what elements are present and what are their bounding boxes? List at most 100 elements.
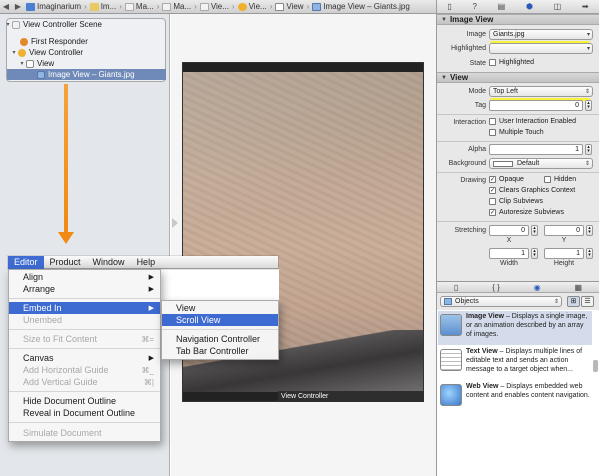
forward-arrow-icon[interactable]: ▶ bbox=[12, 2, 24, 11]
submenu-item-view[interactable]: View bbox=[162, 302, 278, 314]
disclosure-triangle-icon[interactable]: ▾ bbox=[4, 21, 12, 28]
file-template-icon[interactable]: ▯ bbox=[454, 283, 458, 292]
background-select[interactable]: Default ⇕ bbox=[489, 158, 593, 169]
mode-value: Top Left bbox=[493, 88, 518, 95]
help-inspector-icon[interactable]: ? bbox=[472, 2, 476, 11]
entry-point-arrow-icon bbox=[172, 218, 178, 228]
menu-item-reveal-in-outline[interactable]: Reveal in Document Outline bbox=[9, 407, 160, 419]
multiple-touch-checkbox[interactable]: Multiple Touch bbox=[489, 129, 544, 136]
size-inspector-icon[interactable]: ◫ bbox=[554, 2, 562, 11]
outline-scene-row[interactable]: ▾ View Controller Scene bbox=[0, 19, 168, 30]
library-scrollbar[interactable] bbox=[593, 360, 598, 372]
breadcrumb-storyboard-2[interactable]: Ma... bbox=[160, 2, 193, 11]
hidden-checkbox[interactable]: Hidden bbox=[544, 176, 576, 183]
grid-view-icon[interactable]: ⊞ bbox=[567, 296, 580, 307]
opaque-checkbox[interactable]: ✓ Opaque bbox=[489, 176, 524, 183]
disclosure-triangle-icon[interactable]: ▾ bbox=[18, 60, 26, 67]
menu-item-align[interactable]: Align ▶ bbox=[9, 271, 160, 283]
menu-item-add-horizontal-guide[interactable]: Add Horizontal Guide ⌘_ bbox=[9, 364, 160, 376]
width-label: Width bbox=[500, 260, 518, 267]
outline-view[interactable]: ▾ View bbox=[0, 58, 168, 69]
library-item-image-view[interactable]: Image View – Displays a single image, or… bbox=[438, 311, 592, 345]
view-controller-bar[interactable]: View Controller bbox=[278, 391, 424, 402]
highlighted-combo[interactable]: ▾ bbox=[489, 43, 593, 54]
menu-item-unembed[interactable]: Unembed bbox=[9, 314, 160, 326]
drawing-label: Drawing bbox=[460, 177, 486, 184]
breadcrumb-project[interactable]: Imaginarium bbox=[24, 2, 83, 11]
submenu-arrow-icon: ▶ bbox=[148, 305, 154, 312]
library-item-text-view[interactable]: Text View – Displays multiple lines of e… bbox=[438, 346, 592, 380]
y-label: Y bbox=[561, 237, 567, 244]
stretch-height-stepper[interactable]: ▴ ▾ bbox=[586, 248, 593, 259]
menu-help[interactable]: Help bbox=[131, 256, 162, 269]
submenu-arrow-icon: ▶ bbox=[148, 355, 154, 362]
chevron-down-icon: ▾ bbox=[586, 32, 590, 38]
submenu-item-scroll-view[interactable]: Scroll View bbox=[162, 314, 278, 326]
breadcrumb-storyboard-1[interactable]: Ma... bbox=[123, 2, 156, 11]
color-swatch-icon bbox=[493, 160, 513, 167]
alpha-field[interactable]: 1 bbox=[489, 144, 583, 155]
view-icon bbox=[275, 2, 285, 11]
chevron-down-icon: ▾ bbox=[586, 46, 590, 52]
menu-item-canvas[interactable]: Canvas ▶ bbox=[9, 352, 160, 364]
breadcrumb-group-1[interactable]: Im... bbox=[88, 2, 119, 11]
menu-item-simulate-document[interactable]: Simulate Document bbox=[9, 427, 160, 439]
breadcrumb-view[interactable]: View bbox=[273, 2, 305, 11]
state-highlighted-checkbox[interactable]: Highlighted bbox=[489, 59, 534, 66]
menu-product[interactable]: Product bbox=[44, 256, 87, 269]
breadcrumb-scene[interactable]: Vie... bbox=[198, 2, 231, 11]
stretch-y-field[interactable]: 0 bbox=[544, 225, 584, 236]
view-section-header[interactable]: ▼ View bbox=[437, 72, 599, 83]
attributes-inspector-icon[interactable]: ⬢ bbox=[526, 2, 533, 11]
outline-image-view[interactable]: Image View – Giants.jpg bbox=[7, 69, 166, 80]
autoresize-subviews-checkbox[interactable]: ✓ Autoresize Subviews bbox=[489, 209, 564, 216]
connections-inspector-icon[interactable]: ➡ bbox=[582, 2, 589, 11]
list-view-icon[interactable]: ☰ bbox=[581, 296, 594, 307]
submenu-item-navigation-controller[interactable]: Navigation Controller bbox=[162, 333, 278, 345]
submenu-item-tab-bar-controller[interactable]: Tab Bar Controller bbox=[162, 345, 278, 357]
image-view-section-header[interactable]: ▼ Image View bbox=[437, 14, 599, 25]
stretch-width-field[interactable]: 1 bbox=[489, 248, 529, 259]
image-view-thumbnail-icon bbox=[440, 314, 462, 336]
back-arrow-icon[interactable]: ◀ bbox=[0, 2, 12, 11]
menu-separator bbox=[9, 298, 160, 299]
outline-first-responder[interactable]: First Responder bbox=[0, 36, 168, 47]
menu-item-embed-in[interactable]: Embed In ▶ bbox=[9, 302, 160, 314]
breadcrumb-view-controller[interactable]: Vie... bbox=[236, 2, 269, 11]
stretch-y-stepper[interactable]: ▴ ▾ bbox=[586, 225, 593, 236]
code-snippet-icon[interactable]: { } bbox=[492, 283, 500, 292]
menu-item-add-vertical-guide[interactable]: Add Vertical Guide ⌘| bbox=[9, 376, 160, 388]
menu-window[interactable]: Window bbox=[87, 256, 131, 269]
outline-view-controller[interactable]: ▾ View Controller bbox=[0, 47, 168, 58]
menu-item-hide-document-outline[interactable]: Hide Document Outline bbox=[9, 395, 160, 407]
breadcrumb-image-view[interactable]: Image View – Giants.jpg bbox=[310, 2, 412, 11]
library-item-web-view[interactable]: Web View – Displays embedded web content… bbox=[438, 381, 592, 415]
stretch-x-stepper[interactable]: ▴ ▾ bbox=[531, 225, 538, 236]
stretch-height-field[interactable]: 1 bbox=[544, 248, 584, 259]
stretch-width-stepper[interactable]: ▴ ▾ bbox=[531, 248, 538, 259]
media-library-icon[interactable]: ▦ bbox=[574, 283, 582, 292]
menu-item-size-to-fit[interactable]: Size to Fit Content ⌘= bbox=[9, 333, 160, 345]
annotation-arrowhead-icon bbox=[58, 232, 74, 244]
menu-editor[interactable]: Editor bbox=[8, 255, 44, 269]
alpha-stepper[interactable]: ▴ ▾ bbox=[585, 144, 592, 155]
scene-icon bbox=[199, 2, 209, 11]
identity-inspector-icon[interactable]: ▤ bbox=[498, 2, 506, 11]
tag-field[interactable]: 0 bbox=[489, 100, 583, 111]
divider bbox=[437, 141, 599, 142]
file-inspector-icon[interactable]: ▯ bbox=[447, 2, 451, 11]
mode-select[interactable]: Top Left ⇕ bbox=[489, 86, 593, 97]
clears-graphics-checkbox[interactable]: ✓ Clears Graphics Context bbox=[489, 187, 575, 194]
tag-stepper[interactable]: ▴ ▾ bbox=[585, 100, 592, 111]
stretch-x-field[interactable]: 0 bbox=[489, 225, 529, 236]
object-library-icon[interactable]: ◉ bbox=[534, 283, 541, 292]
annotation-arrow-icon bbox=[64, 84, 68, 234]
user-interaction-checkbox[interactable]: User Interaction Enabled bbox=[489, 118, 576, 125]
disclosure-triangle-icon: ▼ bbox=[441, 74, 447, 81]
menu-item-arrange[interactable]: Arrange ▶ bbox=[9, 283, 160, 295]
menu-separator bbox=[9, 422, 160, 423]
library-filter-select[interactable]: Objects ⇕ bbox=[440, 296, 562, 307]
disclosure-triangle-icon[interactable]: ▾ bbox=[10, 49, 18, 56]
clip-subviews-checkbox[interactable]: Clip Subviews bbox=[489, 198, 543, 205]
image-combo[interactable]: Giants.jpg ▾ bbox=[489, 29, 593, 40]
